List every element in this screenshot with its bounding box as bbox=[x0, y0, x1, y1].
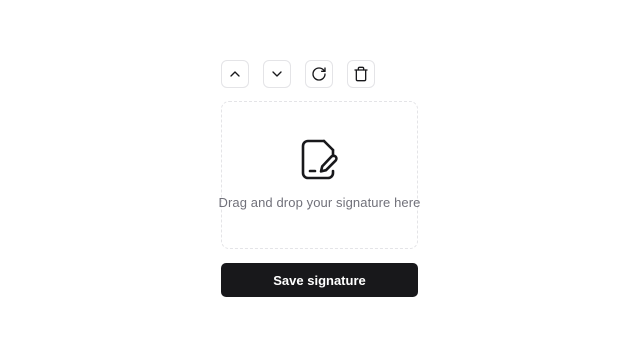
file-signature-icon bbox=[301, 139, 338, 180]
chevron-up-icon bbox=[230, 71, 240, 77]
reset-button[interactable] bbox=[305, 60, 333, 88]
chevron-down-icon bbox=[272, 71, 282, 77]
move-down-button[interactable] bbox=[263, 60, 291, 88]
rotate-cw-icon bbox=[312, 67, 326, 81]
move-up-button[interactable] bbox=[221, 60, 249, 88]
signature-toolbar bbox=[221, 60, 375, 88]
signature-dropzone[interactable]: Drag and drop your signature here bbox=[218, 101, 421, 249]
trash-icon bbox=[354, 66, 368, 82]
delete-button[interactable] bbox=[347, 60, 375, 88]
save-signature-button[interactable]: Save signature bbox=[221, 263, 418, 297]
dropzone-instruction: Drag and drop your signature here bbox=[218, 195, 421, 210]
